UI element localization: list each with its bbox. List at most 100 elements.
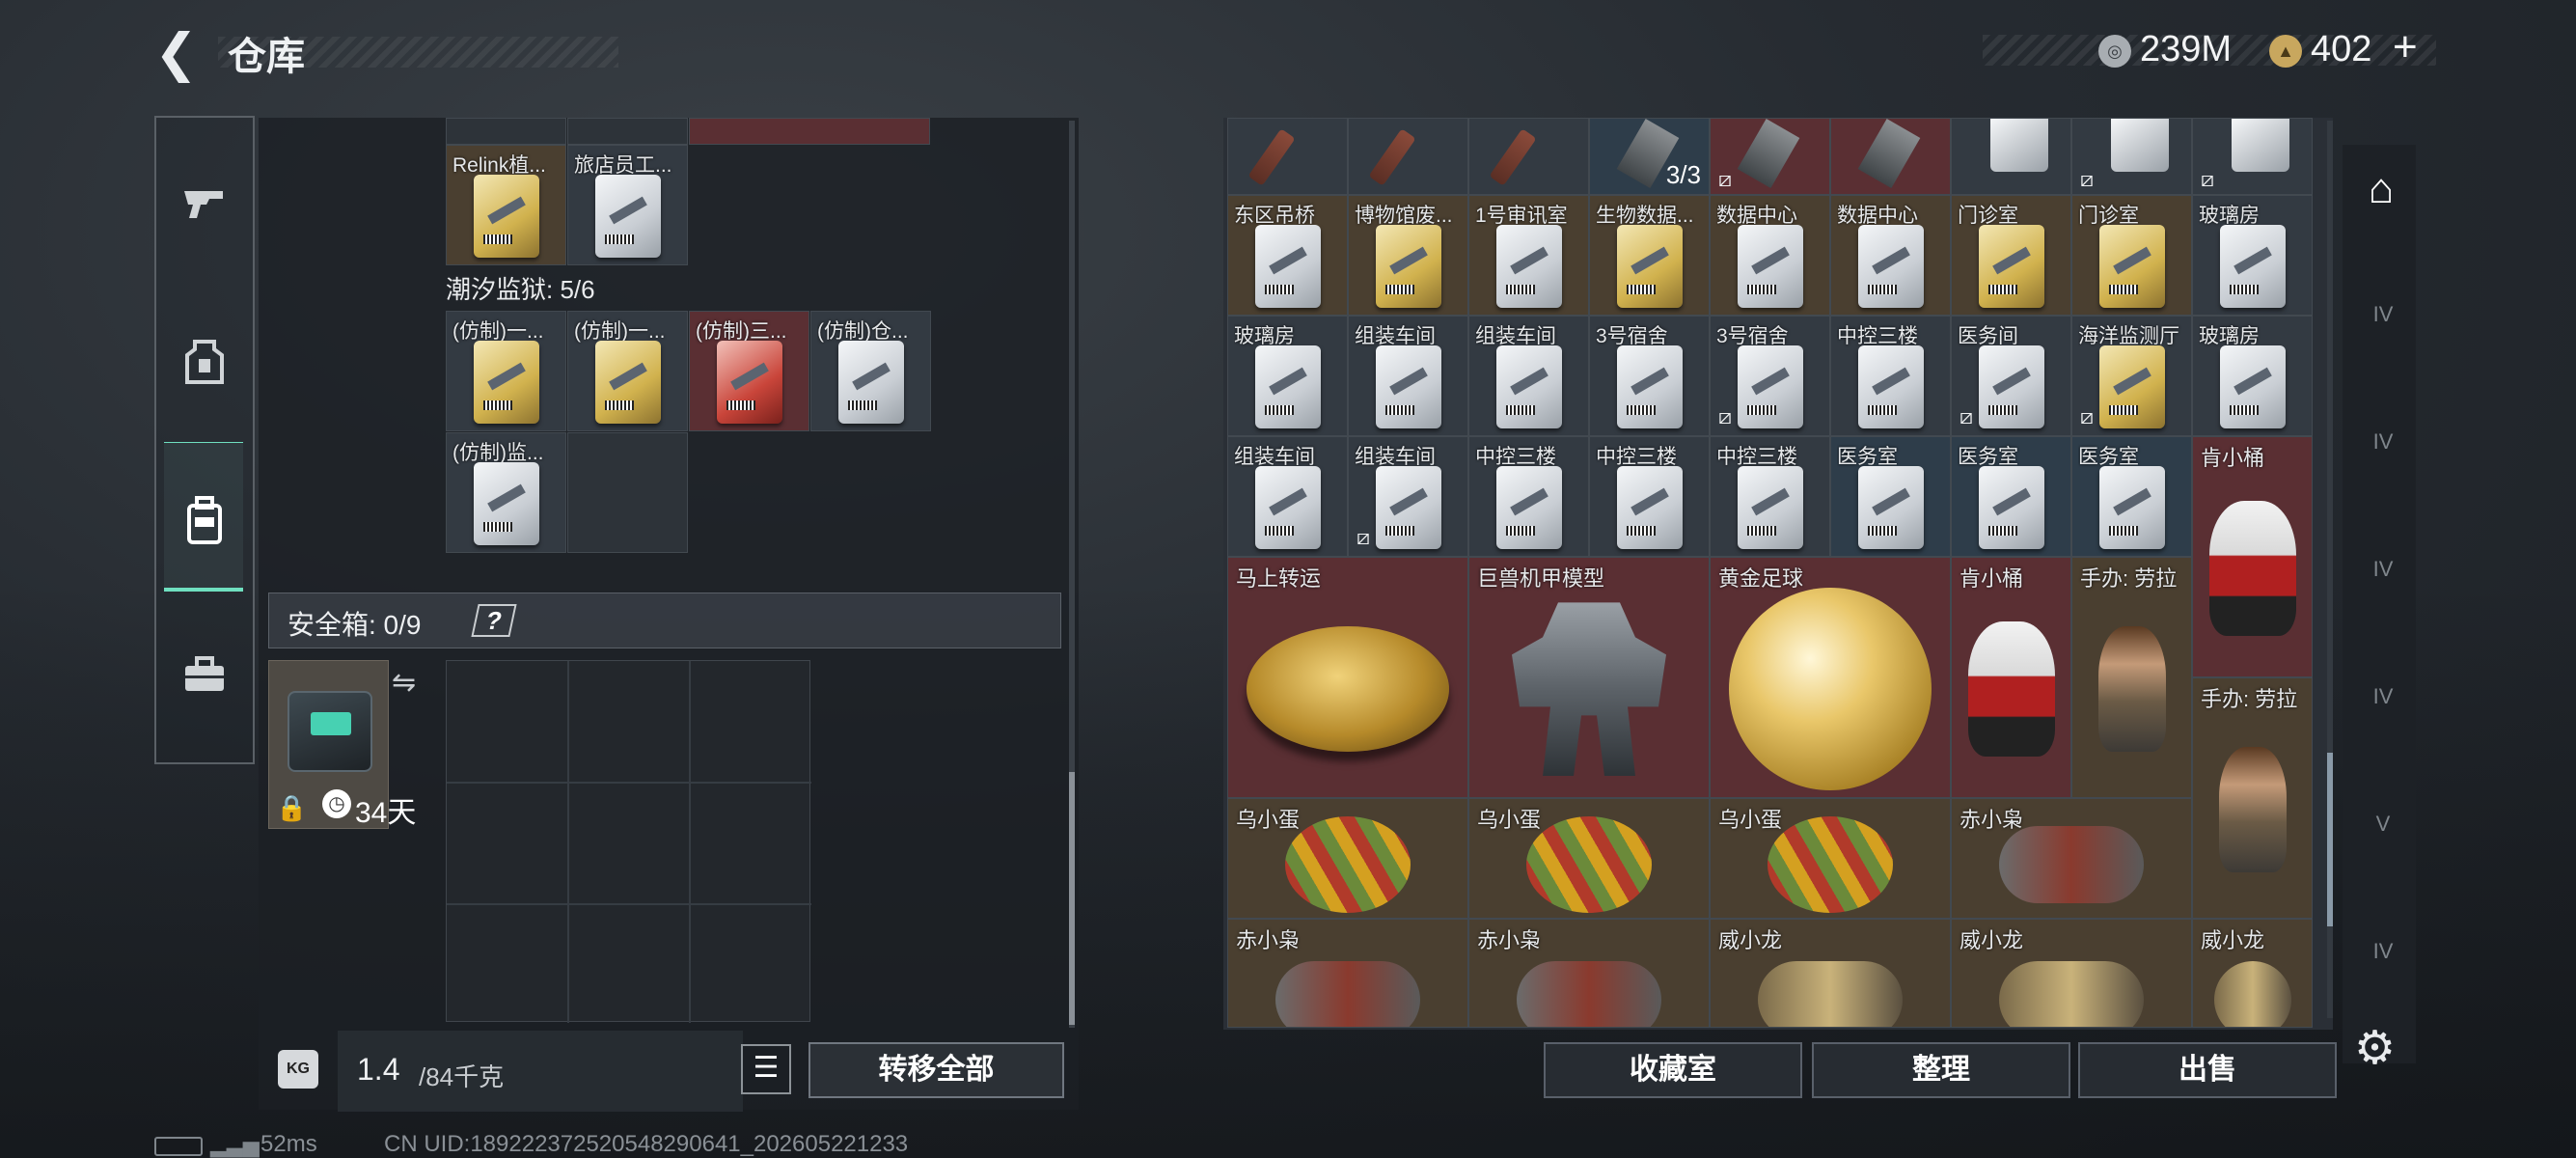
item-card[interactable]: 组装车间 xyxy=(1227,436,1348,557)
item-card[interactable]: 手办: 劳拉 xyxy=(2192,677,2313,919)
item-card[interactable]: 中控三楼 xyxy=(1710,436,1830,557)
item-slot[interactable]: ⧄ xyxy=(2192,118,2313,195)
item-slot[interactable]: ⧄ xyxy=(1710,118,1830,195)
item-card[interactable]: 组装车间 xyxy=(1468,316,1589,436)
item-card[interactable]: 马上转运 xyxy=(1227,557,1468,798)
item-card[interactable]: 海洋监测厅 ⧄ xyxy=(2071,316,2192,436)
item-slot[interactable] xyxy=(689,118,930,145)
item-card[interactable]: Relink植... xyxy=(446,145,566,265)
tab-tier-2[interactable]: IV xyxy=(2354,413,2412,471)
ping-text: 52ms xyxy=(260,1131,317,1157)
item-card[interactable]: 玻璃房 xyxy=(2192,316,2313,436)
item-slot[interactable] xyxy=(1348,118,1468,195)
weapon-icon[interactable] xyxy=(166,164,243,241)
item-card[interactable]: 3号宿舍 xyxy=(1589,316,1710,436)
item-card[interactable]: 乌小蛋 xyxy=(1227,798,1468,919)
item-card[interactable]: 组装车间 xyxy=(1348,316,1468,436)
item-card[interactable]: 肯小桶 xyxy=(2192,436,2313,677)
item-card[interactable]: 玻璃房 xyxy=(2192,195,2313,316)
figure-icon xyxy=(2218,747,2287,873)
item-name: 威小龙 xyxy=(1959,928,2024,952)
item-slot[interactable] xyxy=(1951,118,2071,195)
item-card[interactable]: 黄金足球 xyxy=(1710,557,1951,798)
item-slot[interactable] xyxy=(1468,118,1589,195)
backpack-icon[interactable] xyxy=(166,482,243,560)
item-card[interactable]: 赤小枭 xyxy=(1227,919,1468,1028)
item-slot[interactable]: 3/3 xyxy=(1589,118,1710,195)
armor-icon[interactable] xyxy=(166,323,243,400)
item-card[interactable]: (仿制)监... xyxy=(446,432,566,553)
tab-tier-3[interactable]: IV xyxy=(2354,540,2412,598)
stack-count: 3/3 xyxy=(1665,160,1701,189)
item-card[interactable]: 医务室 xyxy=(1830,436,1951,557)
help-button[interactable]: ? xyxy=(471,604,517,637)
item-card[interactable]: 玻璃房 xyxy=(1227,316,1348,436)
item-card[interactable]: 3号宿舍 ⧄ xyxy=(1710,316,1830,436)
toolbox-icon[interactable] xyxy=(166,637,243,714)
keycard-icon xyxy=(1990,119,2048,172)
item-slot[interactable] xyxy=(567,118,688,145)
tab-tier-5[interactable]: V xyxy=(2354,795,2412,853)
item-card[interactable]: 中控三楼 xyxy=(1589,436,1710,557)
item-card[interactable]: 肯小桶 xyxy=(1951,557,2071,798)
weight-current: 1.4 xyxy=(357,1052,400,1087)
item-card[interactable]: 中控三楼 xyxy=(1830,316,1951,436)
item-card[interactable]: 中控三楼 xyxy=(1468,436,1589,557)
item-card[interactable]: 赤小枭 xyxy=(1468,919,1710,1028)
golden-ball-icon xyxy=(1729,588,1932,791)
swap-icon[interactable]: ⇋ xyxy=(392,666,416,700)
keycard-icon xyxy=(1376,345,1441,428)
item-card[interactable]: 1号审讯室 xyxy=(1468,195,1589,316)
item-card[interactable]: 博物馆废... xyxy=(1348,195,1468,316)
item-card[interactable]: 医务间 ⧄ xyxy=(1951,316,2071,436)
item-card[interactable]: 赤小枭 xyxy=(1951,798,2192,919)
item-card[interactable]: 数据中心 xyxy=(1710,195,1830,316)
tab-tier-4[interactable]: IV xyxy=(2354,668,2412,726)
item-card[interactable]: 旅店员工... xyxy=(567,145,688,265)
item-card[interactable]: (仿制)仓... xyxy=(810,311,931,431)
item-card[interactable]: 东区吊桥 xyxy=(1227,195,1348,316)
knife-icon xyxy=(1489,128,1537,186)
item-card[interactable]: 门诊室 xyxy=(2071,195,2192,316)
transfer-all-button[interactable]: 转移全部 xyxy=(808,1042,1064,1098)
battery-icon xyxy=(154,1137,203,1156)
keycard-icon xyxy=(2099,225,2165,308)
keycard-icon xyxy=(2220,345,2286,428)
item-card[interactable]: 医务室 xyxy=(2071,436,2192,557)
item-card[interactable]: (仿制)一... xyxy=(567,311,688,431)
section-label: 潮汐监狱: 5/6 xyxy=(446,275,595,304)
figure-icon xyxy=(2208,501,2296,637)
item-card[interactable]: 数据中心 xyxy=(1830,195,1951,316)
item-card[interactable]: 组装车间 ⧄ xyxy=(1348,436,1468,557)
safe-box-grid[interactable] xyxy=(446,660,811,1023)
stash-scrollbar-thumb[interactable] xyxy=(2327,753,2333,926)
sell-button[interactable]: 出售 xyxy=(2078,1042,2337,1098)
collection-room-button[interactable]: 收藏室 xyxy=(1544,1042,1802,1098)
empty-slot[interactable] xyxy=(567,432,688,553)
item-card[interactable]: 乌小蛋 xyxy=(1468,798,1710,919)
item-card[interactable]: 乌小蛋 xyxy=(1710,798,1951,919)
item-card[interactable]: 门诊室 xyxy=(1951,195,2071,316)
item-slot[interactable] xyxy=(1830,118,1951,195)
item-card[interactable]: 医务室 xyxy=(1951,436,2071,557)
all-items-tab[interactable]: ⌂ xyxy=(2352,160,2410,218)
item-card[interactable]: 威小龙 xyxy=(1951,919,2192,1028)
back-arrow-icon[interactable]: ❮ xyxy=(154,27,201,79)
item-slot[interactable] xyxy=(1227,118,1348,195)
list-view-button[interactable]: ☰ xyxy=(741,1044,791,1094)
item-card[interactable]: (仿制)一... xyxy=(446,311,566,431)
add-currency-button[interactable]: + xyxy=(2393,23,2418,71)
item-card[interactable]: 手办: 劳拉 xyxy=(2071,557,2192,798)
item-card[interactable]: 巨兽机甲模型 xyxy=(1468,557,1710,798)
item-card[interactable]: 威小龙 xyxy=(1710,919,1951,1028)
item-slot[interactable]: ⧄ xyxy=(2071,118,2192,195)
item-card[interactable]: 威小龙 xyxy=(2192,919,2313,1028)
item-card[interactable]: 生物数据... xyxy=(1589,195,1710,316)
left-scrollbar-thumb[interactable] xyxy=(1069,772,1075,1025)
item-slot[interactable] xyxy=(446,118,566,145)
tab-tier-1[interactable]: IV xyxy=(2354,286,2412,344)
organize-button[interactable]: 整理 xyxy=(1812,1042,2070,1098)
gear-icon[interactable]: ⚙ xyxy=(2354,1021,2396,1075)
item-card[interactable]: (仿制)三... xyxy=(689,311,809,431)
tab-tier-6[interactable]: IV xyxy=(2354,923,2412,980)
